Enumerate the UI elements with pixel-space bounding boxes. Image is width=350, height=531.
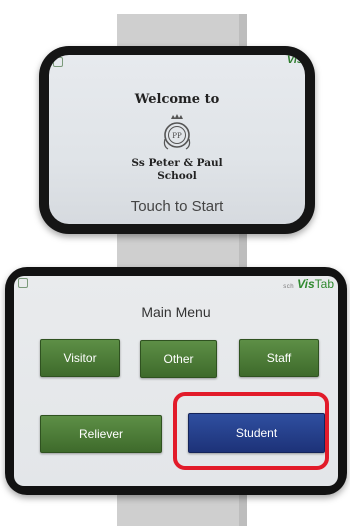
corner-icon <box>53 57 63 67</box>
welcome-tablet: Vis Welcome to PP Ss Peter & Paul School… <box>39 46 315 234</box>
brand-logo: sch VisTab <box>283 277 334 291</box>
reliever-button[interactable]: Reliever <box>40 415 162 453</box>
school-name-line2: School <box>157 170 197 182</box>
crest-monogram: PP <box>172 132 182 140</box>
other-button[interactable]: Other <box>140 340 217 378</box>
welcome-text: Welcome to <box>134 92 220 107</box>
student-highlight-box <box>173 392 329 470</box>
brand-logo: Vis <box>286 55 303 66</box>
brand-tab: Tab <box>314 277 334 291</box>
school-name-line1: Ss Peter & Paul <box>131 157 223 169</box>
brand-prefix: sch <box>283 284 295 290</box>
corner-icon <box>18 278 28 288</box>
touch-to-start-label[interactable]: Touch to Start <box>49 198 305 215</box>
staff-button[interactable]: Staff <box>239 339 319 377</box>
visitor-button[interactable]: Visitor <box>40 339 120 377</box>
welcome-screen[interactable]: Vis Welcome to PP Ss Peter & Paul School… <box>49 55 305 224</box>
main-menu-title: Main Menu <box>141 304 211 320</box>
school-name: Ss Peter & Paul School <box>49 157 305 183</box>
brand-vis: Vis <box>297 277 315 291</box>
school-crest-icon: PP <box>163 114 191 150</box>
